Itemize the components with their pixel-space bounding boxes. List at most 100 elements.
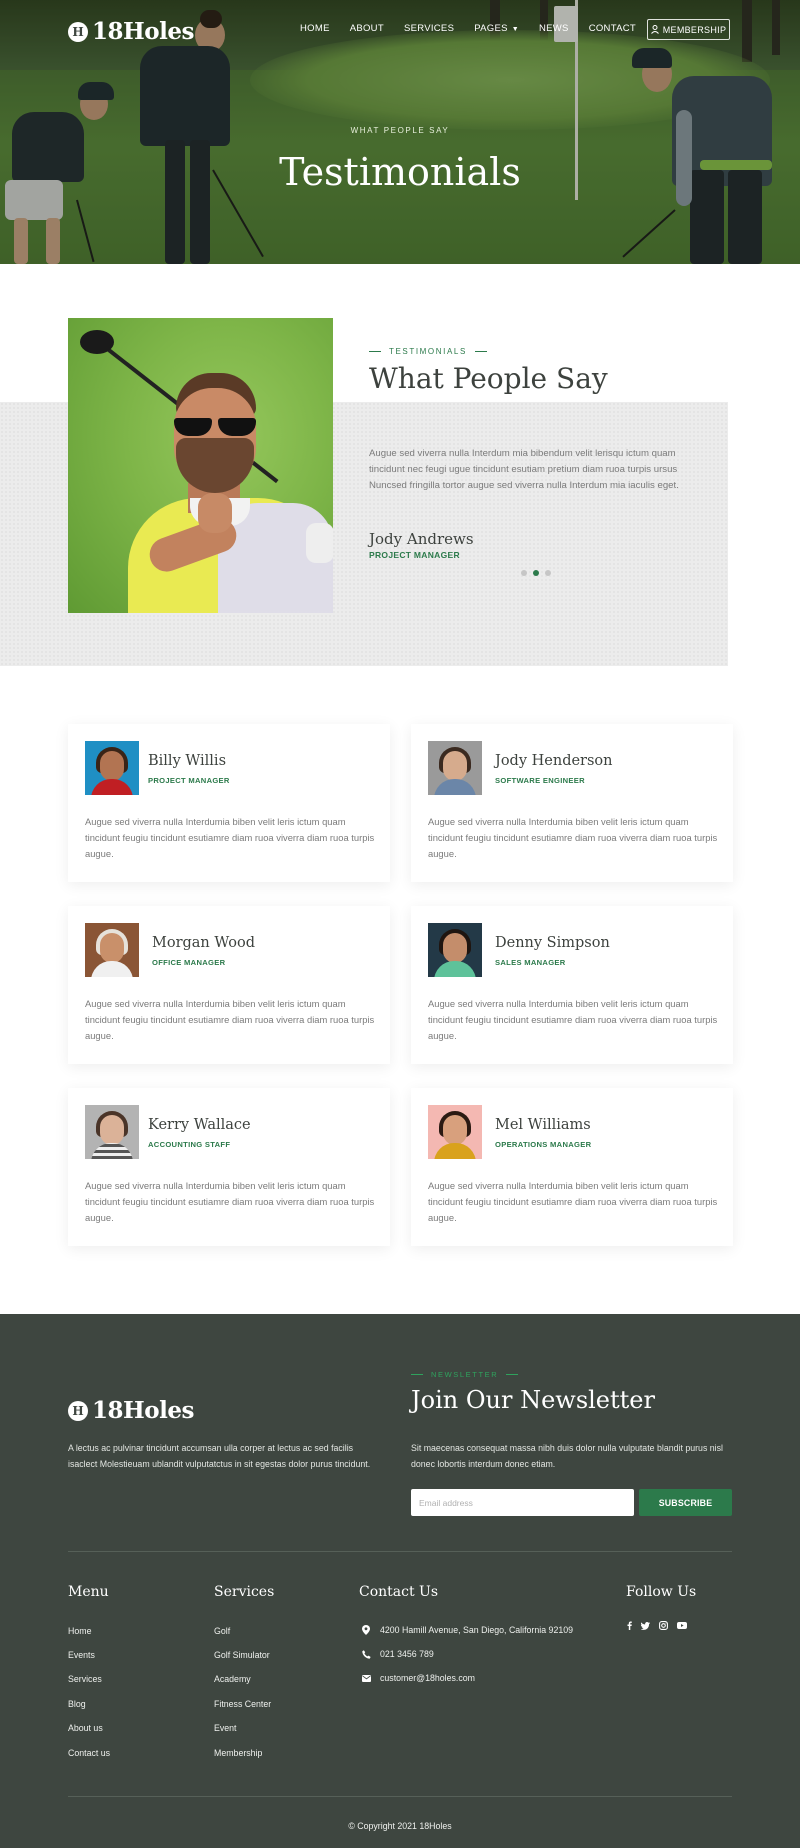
footer-menu-link[interactable]: Services bbox=[68, 1674, 102, 1684]
testimonial-role: SALES MANAGER bbox=[495, 958, 566, 967]
testimonial-card: Jody Henderson SOFTWARE ENGINEER Augue s… bbox=[411, 724, 733, 882]
nav-item-news[interactable]: NEWS bbox=[539, 23, 569, 34]
footer-service-link[interactable]: Membership bbox=[214, 1748, 262, 1758]
footer-service-link[interactable]: Fitness Center bbox=[214, 1699, 271, 1709]
contact-phone[interactable]: 021 3456 789 bbox=[359, 1649, 434, 1659]
nav-item-contact[interactable]: CONTACT bbox=[589, 23, 636, 34]
testimonial-text: Augue sed viverra nulla Interdumia biben… bbox=[428, 998, 718, 1041]
contact-phone-text: 021 3456 789 bbox=[380, 1649, 434, 1659]
main-navigation: H 18Holes HOME ABOUT SERVICES PAGES ▼ NEW… bbox=[0, 0, 800, 60]
footer-divider bbox=[68, 1551, 732, 1552]
footer-service-link[interactable]: Golf Simulator bbox=[214, 1650, 270, 1660]
newsletter-title: Join Our Newsletter bbox=[411, 1386, 655, 1414]
nav-item-pages-label: PAGES bbox=[474, 23, 508, 34]
testimonial-card: Kerry Wallace ACCOUNTING STAFF Augue sed… bbox=[68, 1088, 390, 1246]
testimonial-role: ACCOUNTING STAFF bbox=[148, 1140, 231, 1149]
contact-email-text: customer@18holes.com bbox=[380, 1673, 475, 1683]
slider-dots bbox=[521, 570, 557, 576]
nav-item-services[interactable]: SERVICES bbox=[404, 23, 454, 34]
footer-service-link[interactable]: Golf bbox=[214, 1626, 230, 1636]
featured-author-name: Jody Andrews bbox=[369, 530, 474, 548]
testimonial-card: Denny Simpson SALES MANAGER Augue sed vi… bbox=[411, 906, 733, 1064]
nav-item-home[interactable]: HOME bbox=[300, 23, 330, 34]
footer-menu-link[interactable]: About us bbox=[68, 1723, 103, 1733]
footer-menu-link[interactable]: Contact us bbox=[68, 1748, 110, 1758]
testimonial-text: Augue sed viverra nulla Interdumia biben… bbox=[85, 816, 375, 859]
avatar bbox=[428, 923, 482, 977]
contact-address-text: 4200 Hamill Avenue, San Diego, Californi… bbox=[380, 1625, 574, 1635]
youtube-icon[interactable] bbox=[677, 1622, 687, 1629]
hero-eyebrow: WHAT PEOPLE SAY bbox=[350, 126, 450, 135]
instagram-icon[interactable] bbox=[659, 1621, 668, 1630]
footer-menu-link[interactable]: Events bbox=[68, 1650, 95, 1660]
logo-text: 18Holes bbox=[92, 18, 194, 45]
twitter-icon[interactable] bbox=[641, 1621, 650, 1630]
testimonial-name: Billy Willis bbox=[148, 753, 227, 769]
testimonial-card: Morgan Wood OFFICE MANAGER Augue sed viv… bbox=[68, 906, 390, 1064]
phone-icon bbox=[359, 1649, 373, 1659]
envelope-icon bbox=[359, 1674, 373, 1682]
footer-service-link[interactable]: Event bbox=[214, 1723, 237, 1733]
avatar bbox=[85, 1105, 139, 1159]
testimonial-role: PROJECT MANAGER bbox=[148, 776, 230, 785]
footer-menu-link[interactable]: Blog bbox=[68, 1699, 86, 1709]
site-logo[interactable]: H 18Holes bbox=[68, 18, 194, 45]
testimonial-name: Jody Henderson bbox=[495, 753, 613, 769]
slider-dot-2[interactable] bbox=[533, 570, 539, 576]
testimonial-text: Augue sed viverra nulla Interdumia biben… bbox=[85, 1180, 375, 1223]
testimonial-role: OPERATIONS MANAGER bbox=[495, 1140, 592, 1149]
logo-badge: H bbox=[68, 21, 88, 42]
avatar bbox=[85, 923, 139, 977]
slider-dot-3[interactable] bbox=[545, 570, 551, 576]
footer-menu-link[interactable]: Home bbox=[68, 1626, 91, 1636]
site-footer: H 18Holes A lectus ac pulvinar tincidunt… bbox=[0, 1314, 800, 1848]
footer-logo[interactable]: H 18Holes bbox=[68, 1397, 194, 1424]
eyebrow-label: TESTIMONIALS bbox=[389, 347, 467, 356]
avatar bbox=[428, 741, 482, 795]
footer-follow-title: Follow Us bbox=[626, 1584, 697, 1600]
footer-service-link[interactable]: Academy bbox=[214, 1674, 251, 1684]
map-pin-icon bbox=[359, 1625, 373, 1635]
footer-bottom-divider bbox=[68, 1796, 732, 1797]
testimonial-name: Morgan Wood bbox=[152, 935, 256, 951]
social-links bbox=[627, 1621, 696, 1630]
logo-badge: H bbox=[68, 1400, 88, 1421]
newsletter-text: Sit maecenas consequat massa nibh duis d… bbox=[411, 1443, 723, 1469]
page-title: Testimonials bbox=[279, 150, 521, 194]
membership-label: MEMBERSHIP bbox=[662, 24, 727, 35]
newsletter-eyebrow: NEWSLETTER bbox=[411, 1370, 526, 1379]
avatar bbox=[85, 741, 139, 795]
testimonial-name: Mel Williams bbox=[495, 1117, 591, 1133]
featured-golfer-photo bbox=[68, 318, 333, 613]
membership-button[interactable]: MEMBERSHIP bbox=[647, 19, 730, 40]
testimonial-role: OFFICE MANAGER bbox=[152, 958, 226, 967]
contact-address: 4200 Hamill Avenue, San Diego, Californi… bbox=[359, 1625, 573, 1635]
testimonial-card: Mel Williams OPERATIONS MANAGER Augue se… bbox=[411, 1088, 733, 1246]
testimonial-name: Denny Simpson bbox=[495, 935, 610, 951]
testimonial-role: SOFTWARE ENGINEER bbox=[495, 776, 585, 785]
section-heading: What People Say bbox=[369, 362, 608, 395]
footer-about-text: A lectus ac pulvinar tincidunt accumsan … bbox=[68, 1443, 371, 1469]
email-field[interactable] bbox=[411, 1489, 634, 1516]
featured-quote: Augue sed viverra nulla Interdum mia bib… bbox=[369, 448, 679, 491]
nav-item-pages[interactable]: PAGES ▼ bbox=[474, 23, 519, 34]
facebook-icon[interactable] bbox=[627, 1621, 632, 1630]
testimonial-text: Augue sed viverra nulla Interdumia biben… bbox=[428, 1180, 718, 1223]
newsletter-eyebrow-label: NEWSLETTER bbox=[431, 1370, 499, 1379]
section-eyebrow: TESTIMONIALS bbox=[369, 347, 495, 356]
subscribe-button[interactable]: SUBSCRIBE bbox=[639, 1489, 732, 1516]
contact-email[interactable]: customer@18holes.com bbox=[359, 1673, 475, 1683]
testimonial-card: Billy Willis PROJECT MANAGER Augue sed v… bbox=[68, 724, 390, 882]
user-icon bbox=[650, 25, 659, 34]
nav-item-about[interactable]: ABOUT bbox=[350, 23, 384, 34]
testimonial-text: Augue sed viverra nulla Interdumia biben… bbox=[85, 998, 375, 1041]
testimonial-name: Kerry Wallace bbox=[148, 1117, 251, 1133]
copyright-text: © Copyright 2021 18Holes bbox=[348, 1821, 452, 1831]
nav-menu: HOME ABOUT SERVICES PAGES ▼ NEWS CONTACT bbox=[300, 23, 656, 34]
chevron-down-icon: ▼ bbox=[511, 26, 519, 33]
footer-contact-title: Contact Us bbox=[359, 1584, 439, 1600]
avatar bbox=[428, 1105, 482, 1159]
footer-menu-title: Menu bbox=[68, 1584, 109, 1600]
slider-dot-1[interactable] bbox=[521, 570, 527, 576]
featured-author-role: PROJECT MANAGER bbox=[369, 550, 460, 560]
